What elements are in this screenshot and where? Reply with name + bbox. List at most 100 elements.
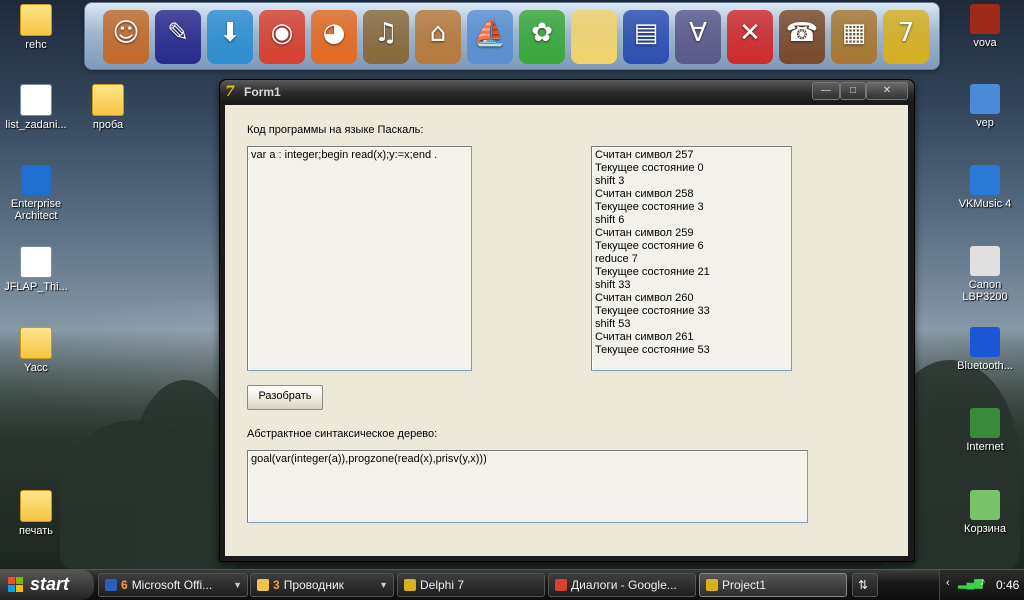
desktop-icon[interactable]: Canon LBP3200 xyxy=(947,246,1023,303)
formula-icon[interactable]: ∀ xyxy=(675,10,721,64)
desktop-icon-label: rehc xyxy=(25,39,47,51)
xo-game-icon[interactable]: ✕ xyxy=(727,10,773,64)
gramophone-icon-glyph: ♫ xyxy=(374,18,398,48)
start-button[interactable]: start xyxy=(0,570,94,600)
quick-launch-toggle-icon[interactable]: ⇅ xyxy=(852,573,878,597)
icq-flower-icon[interactable]: ✿ xyxy=(519,10,565,64)
taskbar-button[interactable]: 3 Проводник ▼ xyxy=(250,573,394,597)
book-icon xyxy=(970,4,1000,34)
desktop-icon[interactable]: Корзина xyxy=(947,490,1023,535)
desktop-icon[interactable]: Internet xyxy=(947,408,1023,453)
taskbar-button[interactable]: Delphi 7 xyxy=(397,573,545,597)
log-line: shift 33 xyxy=(595,279,631,291)
taskbar-button-label: Microsoft Offi... xyxy=(131,578,213,592)
taskbar-button-label: Project1 xyxy=(722,578,767,592)
paper-boat-icon[interactable]: ⛵ xyxy=(467,10,513,64)
download-arrow-icon[interactable]: ⬇ xyxy=(207,10,253,64)
finder-icon-glyph: ☺ xyxy=(112,18,140,48)
formula-icon-glyph: ∀ xyxy=(689,18,707,48)
desktop-icon[interactable]: VKMusic 4 xyxy=(947,165,1023,210)
log-line: Считан символ 258 xyxy=(595,188,694,200)
folder-icon xyxy=(92,84,124,116)
system-tray: ‹ ▂▄▆ ♪ 0:46 xyxy=(939,570,1024,600)
parse-button[interactable]: Разобрать xyxy=(247,385,323,410)
form1-window: 7 Form1 — □ ✕ Код программы на языке Пас… xyxy=(219,79,915,562)
desktop-icon[interactable]: Bluetooth... xyxy=(947,327,1023,372)
minimize-button[interactable]: — xyxy=(812,82,840,100)
desktop-icon[interactable]: vova xyxy=(947,4,1023,49)
desktop-icon-label: VKMusic 4 xyxy=(958,198,1012,210)
chrome-icon xyxy=(555,579,567,591)
tray-expand-icon[interactable]: ‹ xyxy=(946,577,950,589)
desktop-icon[interactable]: Yacc xyxy=(0,327,74,374)
folder-icon xyxy=(20,327,52,359)
desktop-icon[interactable]: проба xyxy=(70,84,146,131)
download-arrow-icon-glyph: ⬇ xyxy=(219,18,241,48)
taskbar-button-label: Delphi 7 xyxy=(420,578,465,592)
desktop-icon-label: Canon LBP3200 xyxy=(962,279,1008,303)
recycle-bin-icon xyxy=(970,490,1000,520)
pencil-editor-icon[interactable]: ✎ xyxy=(155,10,201,64)
close-button[interactable]: ✕ xyxy=(866,82,908,100)
desktop-icon-label: JFLAP_Thi... xyxy=(4,281,68,293)
taskbar-button[interactable]: Project1 xyxy=(699,573,847,597)
finder-icon[interactable]: ☺ xyxy=(103,10,149,64)
taskbar-button[interactable]: Диалоги - Google... xyxy=(548,573,696,597)
delphi-app-icon: 7 xyxy=(225,84,235,100)
folder-icon[interactable] xyxy=(571,10,617,64)
maximize-button[interactable]: □ xyxy=(840,82,866,100)
vkmusic-icon xyxy=(970,165,1000,195)
parser-log-memo[interactable]: Считан символ 257 Текущее состояние 0 shif… xyxy=(591,146,792,371)
bluetooth-icon xyxy=(970,327,1000,357)
delphi-7-icon[interactable]: 7 xyxy=(883,10,929,64)
source-code-memo[interactable]: var a : integer;begin read(x);y:=x;end . xyxy=(247,146,472,371)
desktop-icon-label: vova xyxy=(973,37,997,49)
speaker-icon[interactable]: ♪ xyxy=(980,576,986,588)
taskbar-button-label: Проводник xyxy=(283,578,344,592)
desktop-icon-label: Bluetooth... xyxy=(957,360,1013,372)
log-line: Текущее состояние 21 xyxy=(595,266,710,278)
desktop-icon[interactable]: vep xyxy=(947,84,1023,129)
desktop-icon-label: печать xyxy=(18,525,54,537)
word-icon xyxy=(105,579,117,591)
ast-output-memo[interactable]: goal(var(integer(a)),progzone(read(x),pr… xyxy=(247,450,808,523)
log-line: reduce 7 xyxy=(595,253,638,265)
signal-bars-icon[interactable]: ▂▄▆ xyxy=(958,576,983,589)
firefox-icon[interactable]: ◕ xyxy=(311,10,357,64)
enterprise-architect-icon xyxy=(21,165,51,195)
desktop-icon-label: Yacc xyxy=(24,362,48,374)
form-client-area: Код программы на языке Паскаль: var a : … xyxy=(225,105,908,556)
chrome-icon-glyph: ◉ xyxy=(270,18,294,48)
internet-icon xyxy=(970,408,1000,438)
floppy-document-icon-glyph: ▤ xyxy=(633,18,659,48)
gramophone-icon[interactable]: ♫ xyxy=(363,10,409,64)
desktop-icon[interactable]: печать xyxy=(0,490,74,537)
start-label: start xyxy=(30,574,70,594)
chrome-icon[interactable]: ◉ xyxy=(259,10,305,64)
desktop-icon-label: Internet xyxy=(966,441,1004,453)
house-icon-glyph: ⌂ xyxy=(429,18,447,48)
icq-flower-icon-glyph: ✿ xyxy=(531,18,553,48)
desktop-icon-label: проба xyxy=(92,119,124,131)
java-file-icon xyxy=(20,246,52,278)
desktop-icon[interactable]: rehc xyxy=(0,4,74,51)
group-arrow-icon: ▼ xyxy=(379,580,388,590)
firefox-icon-glyph: ◕ xyxy=(322,18,346,48)
phone-icon[interactable]: ☎ xyxy=(779,10,825,64)
house-icon[interactable]: ⌂ xyxy=(415,10,461,64)
delphi-icon xyxy=(706,579,718,591)
dosbox-icon[interactable]: ▦ xyxy=(831,10,877,64)
app-dock: ☺ ✎ ⬇ ◉ ◕ ♫ ⌂ ⛵ ✿ ▤ ∀ ✕ ☎ ▦ 7 xyxy=(84,2,940,70)
pencil-editor-icon-glyph: ✎ xyxy=(167,18,189,48)
log-line: shift 3 xyxy=(595,175,625,187)
title-bar[interactable]: 7 Form1 — □ ✕ xyxy=(220,80,914,104)
desktop-icon[interactable]: list_zadani... xyxy=(0,84,74,131)
taskbar-button[interactable]: 6 Microsoft Offi... ▼ xyxy=(98,573,248,597)
word-document-icon xyxy=(20,84,52,116)
printer-icon xyxy=(970,246,1000,276)
desktop-icon[interactable]: Enterprise Architect xyxy=(0,165,74,222)
clock[interactable]: 0:46 xyxy=(996,578,1019,592)
floppy-document-icon[interactable]: ▤ xyxy=(623,10,669,64)
taskbar: start 6 Microsoft Offi... ▼ 3 Проводник ▼ Delp… xyxy=(0,569,1024,600)
desktop-icon[interactable]: JFLAP_Thi... xyxy=(0,246,74,293)
